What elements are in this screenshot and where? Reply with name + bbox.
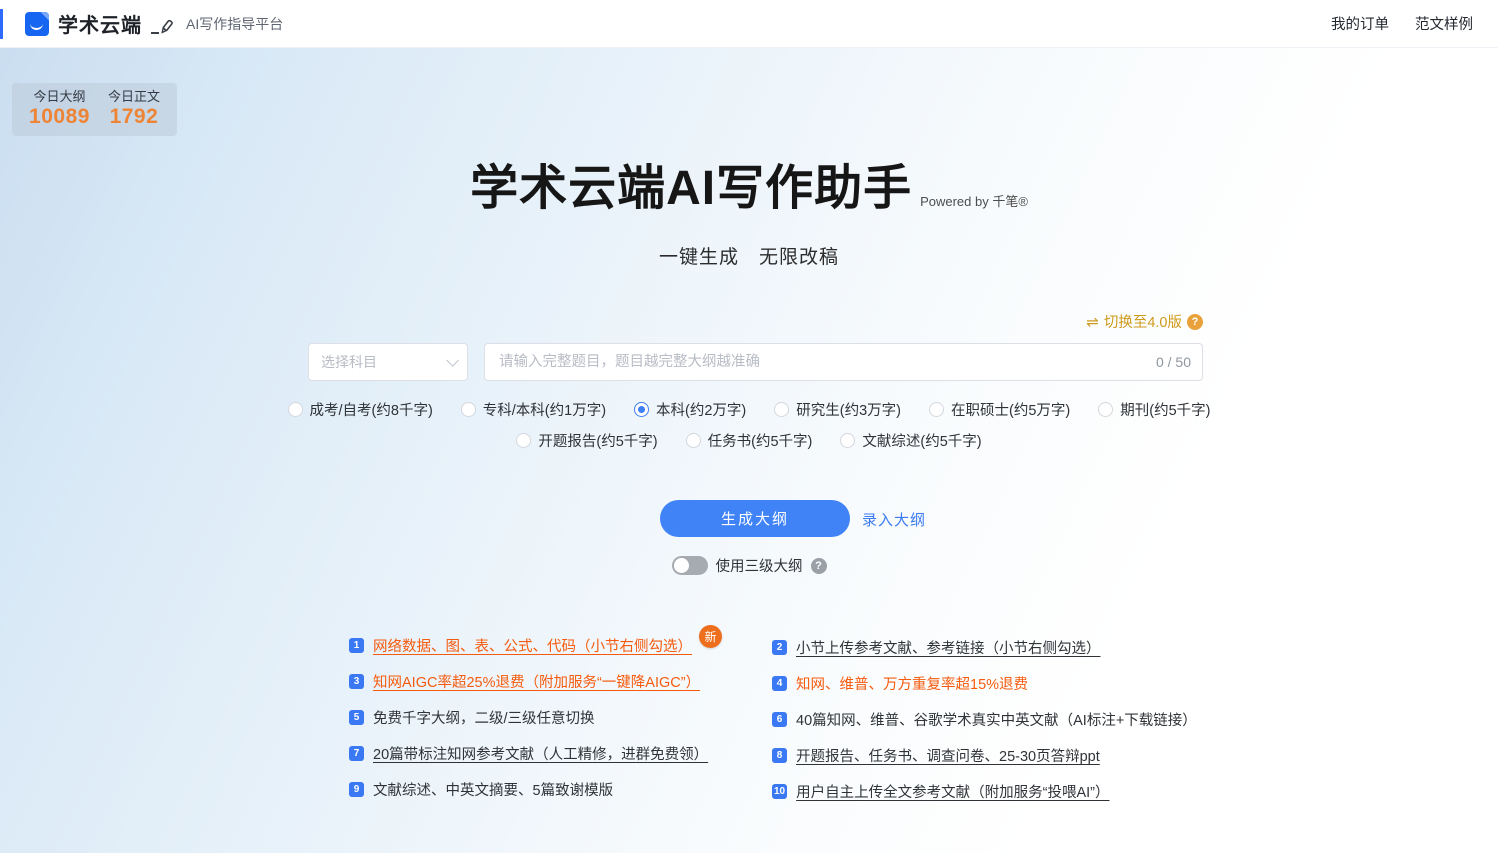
feature-list-right: 2 小节上传参考文献、参考链接（小节右侧勾选） 4 知网、维普、万方重复率超15%退费… — [772, 637, 1197, 802]
radio-label: 文献综述(约5千字) — [862, 434, 982, 450]
char-counter: 0 / 50 — [1155, 354, 1191, 370]
brand-name: 学术云端 — [58, 15, 142, 37]
hero-subtitle: 一键生成 无限改稿 — [658, 246, 839, 268]
title-input-wrap: 0 / 50 — [484, 343, 1203, 381]
radio-circle-icon — [1098, 402, 1114, 417]
feature-item-2: 2 小节上传参考文献、参考链接（小节右侧勾选） — [772, 637, 1197, 658]
radio-circle-icon — [840, 433, 856, 448]
stat-value: 10089 — [29, 104, 90, 128]
feature-number-badge: 6 — [772, 712, 787, 727]
feature-number-badge: 1 — [349, 638, 364, 653]
radio-label: 专科/本科(约1万字) — [482, 403, 607, 419]
radio-label: 开题报告(约5千字) — [538, 434, 658, 450]
row1-radio-1[interactable]: 专科/本科(约1万字) — [460, 399, 607, 420]
feature-number-badge: 8 — [772, 748, 787, 763]
radio-label: 任务书(约5千字) — [707, 434, 813, 450]
feature-number-badge: 4 — [772, 676, 787, 691]
feature-number-badge: 10 — [772, 784, 788, 799]
feature-text-3[interactable]: 知网AIGC率超25%退费（附加服务“一键降AIGC”） — [373, 671, 700, 692]
radio-label: 期刊(约5千字) — [1120, 403, 1211, 419]
radio-circle-icon — [516, 433, 532, 448]
subject-select[interactable]: 选择科目 — [308, 343, 468, 381]
nav-my-orders[interactable]: 我的订单 — [1331, 13, 1389, 34]
powered-by-label: Powered by 千笔® — [920, 193, 1028, 209]
title-input[interactable] — [484, 343, 1203, 381]
wordcount-radio-row-2: 开题报告(约5千字) 任务书(约5千字) 文献综述(约5千字) — [0, 430, 1498, 451]
brand-logo-icon — [25, 11, 49, 36]
feature-text-9: 文献综述、中英文摘要、5篇致谢模版 — [373, 783, 614, 799]
wordcount-radio-row-1: 成考/自考(约8千字) 专科/本科(约1万字) 本科(约2万字) 研究生(约3万字) 在… — [0, 399, 1498, 420]
feature-text-1[interactable]: 网络数据、图、表、公式、代码（小节右侧勾选） — [373, 635, 692, 656]
stat-today-outline: 今日大纲 10089 — [29, 88, 90, 129]
feature-list-left: 1 网络数据、图、表、公式、代码（小节右侧勾选） 新 3 知网AIGC率超25%退费（附… — [349, 625, 724, 800]
chevron-down-icon — [446, 353, 459, 367]
feature-number-badge: 9 — [349, 782, 364, 797]
row2-radio-2[interactable]: 文献综述(约5千字) — [840, 430, 982, 451]
row1-radio-5[interactable]: 期刊(约5千字) — [1098, 399, 1210, 420]
radio-circle-icon — [287, 402, 303, 417]
radio-label: 本科(约2万字) — [656, 403, 747, 419]
row1-radio-3[interactable]: 研究生(约3万字) — [774, 399, 901, 420]
feature-text-10[interactable]: 用户自主上传全文参考文献（附加服务“投喂AI”） — [796, 781, 1109, 802]
today-stats-card: 今日大纲 10089 今日正文 1792 — [12, 83, 177, 136]
row1-radio-2[interactable]: 本科(约2万字) — [634, 399, 746, 420]
stat-label: 今日正文 — [107, 88, 160, 104]
header-nav: 我的订单 范文样例 — [1331, 13, 1473, 34]
nav-sample-essays[interactable]: 范文样例 — [1415, 13, 1473, 34]
feature-item-9: 9 文献综述、中英文摘要、5篇致谢模版 — [349, 779, 724, 800]
radio-circle-icon — [774, 402, 790, 417]
radio-label: 成考/自考(约8千字) — [309, 403, 433, 419]
stat-label: 今日大纲 — [33, 88, 86, 104]
manual-outline-link[interactable]: 录入大纲 — [862, 509, 926, 530]
row1-radio-4[interactable]: 在职硕士(约5万字) — [929, 399, 1070, 420]
radio-circle-icon — [460, 402, 476, 417]
radio-circle-icon — [685, 433, 701, 448]
subject-select-placeholder: 选择科目 — [321, 354, 377, 370]
feature-text-5: 免费千字大纲，二级/三级任意切换 — [373, 711, 595, 727]
feature-text-2[interactable]: 小节上传参考文献、参考链接（小节右侧勾选） — [796, 637, 1101, 658]
feature-text-4[interactable]: 知网、维普、万方重复率超15%退费 — [796, 673, 1028, 694]
top-navbar: 学术云端 AI写作指导平台 我的订单 范文样例 — [0, 0, 1498, 48]
toggle-label: 使用三级大纲 — [715, 559, 803, 575]
feature-item-10: 10 用户自主上传全文参考文献（附加服务“投喂AI”） — [772, 781, 1197, 802]
stat-value: 1792 — [109, 104, 159, 128]
feature-item-4: 4 知网、维普、万方重复率超15%退费 — [772, 673, 1197, 694]
pencil-icon — [150, 19, 174, 35]
feature-item-6: 6 40篇知网、维普、谷歌学术真实中英文献（AI标注+下载链接） — [772, 709, 1197, 730]
left-edge-accent — [0, 9, 3, 39]
three-level-outline-toggle[interactable] — [671, 556, 708, 575]
radio-label: 研究生(约3万字) — [796, 403, 901, 419]
feature-item-3: 3 知网AIGC率超25%退费（附加服务“一键降AIGC”） — [349, 671, 724, 692]
page-title: 学术云端AI写作助手 — [470, 162, 913, 215]
row2-radio-0[interactable]: 开题报告(约5千字) — [516, 430, 658, 451]
outline-level-toggle-row: 使用三级大纲 ? — [0, 555, 1498, 576]
feature-number-badge: 7 — [349, 746, 364, 761]
feature-number-badge: 2 — [772, 640, 787, 655]
feature-item-1: 1 网络数据、图、表、公式、代码（小节右侧勾选） 新 — [349, 625, 724, 656]
new-badge: 新 — [699, 625, 722, 648]
feature-item-5: 5 免费千字大纲，二级/三级任意切换 — [349, 707, 724, 728]
generate-outline-button[interactable]: 生成大纲 — [660, 500, 850, 537]
version-help-icon[interactable]: ? — [1187, 313, 1203, 330]
brand-tagline: AI写作指导平台 — [186, 15, 284, 32]
radio-label: 在职硕士(约5万字) — [951, 403, 1071, 419]
toggle-help-icon[interactable]: ? — [810, 557, 827, 574]
swap-arrows-icon: ⇌ — [1086, 313, 1099, 331]
feature-text-6: 40篇知网、维普、谷歌学术真实中英文献（AI标注+下载链接） — [796, 713, 1197, 729]
feature-item-7: 7 20篇带标注知网参考文献（人工精修，进群免费领） — [349, 743, 724, 764]
switch-version-link[interactable]: ⇌ 切换至4.0版 ? — [1086, 311, 1203, 332]
radio-circle-icon — [634, 402, 650, 417]
hero-section: 学术云端AI写作助手 Powered by 千笔® 一键生成 无限改稿 — [0, 162, 1498, 269]
row2-radio-1[interactable]: 任务书(约5千字) — [685, 430, 813, 451]
stat-today-body: 今日正文 1792 — [107, 88, 160, 129]
radio-circle-icon — [929, 402, 944, 417]
switch-version-label: 切换至4.0版 — [1103, 315, 1182, 331]
feature-text-8[interactable]: 开题报告、任务书、调查问卷、25-30页答辩ppt — [796, 745, 1100, 766]
toggle-knob — [673, 558, 689, 573]
feature-item-8: 8 开题报告、任务书、调查问卷、25-30页答辩ppt — [772, 745, 1197, 766]
feature-text-7[interactable]: 20篇带标注知网参考文献（人工精修，进群免费领） — [373, 743, 708, 764]
feature-number-badge: 3 — [349, 674, 364, 689]
feature-number-badge: 5 — [349, 710, 364, 725]
row1-radio-0[interactable]: 成考/自考(约8千字) — [287, 399, 433, 420]
